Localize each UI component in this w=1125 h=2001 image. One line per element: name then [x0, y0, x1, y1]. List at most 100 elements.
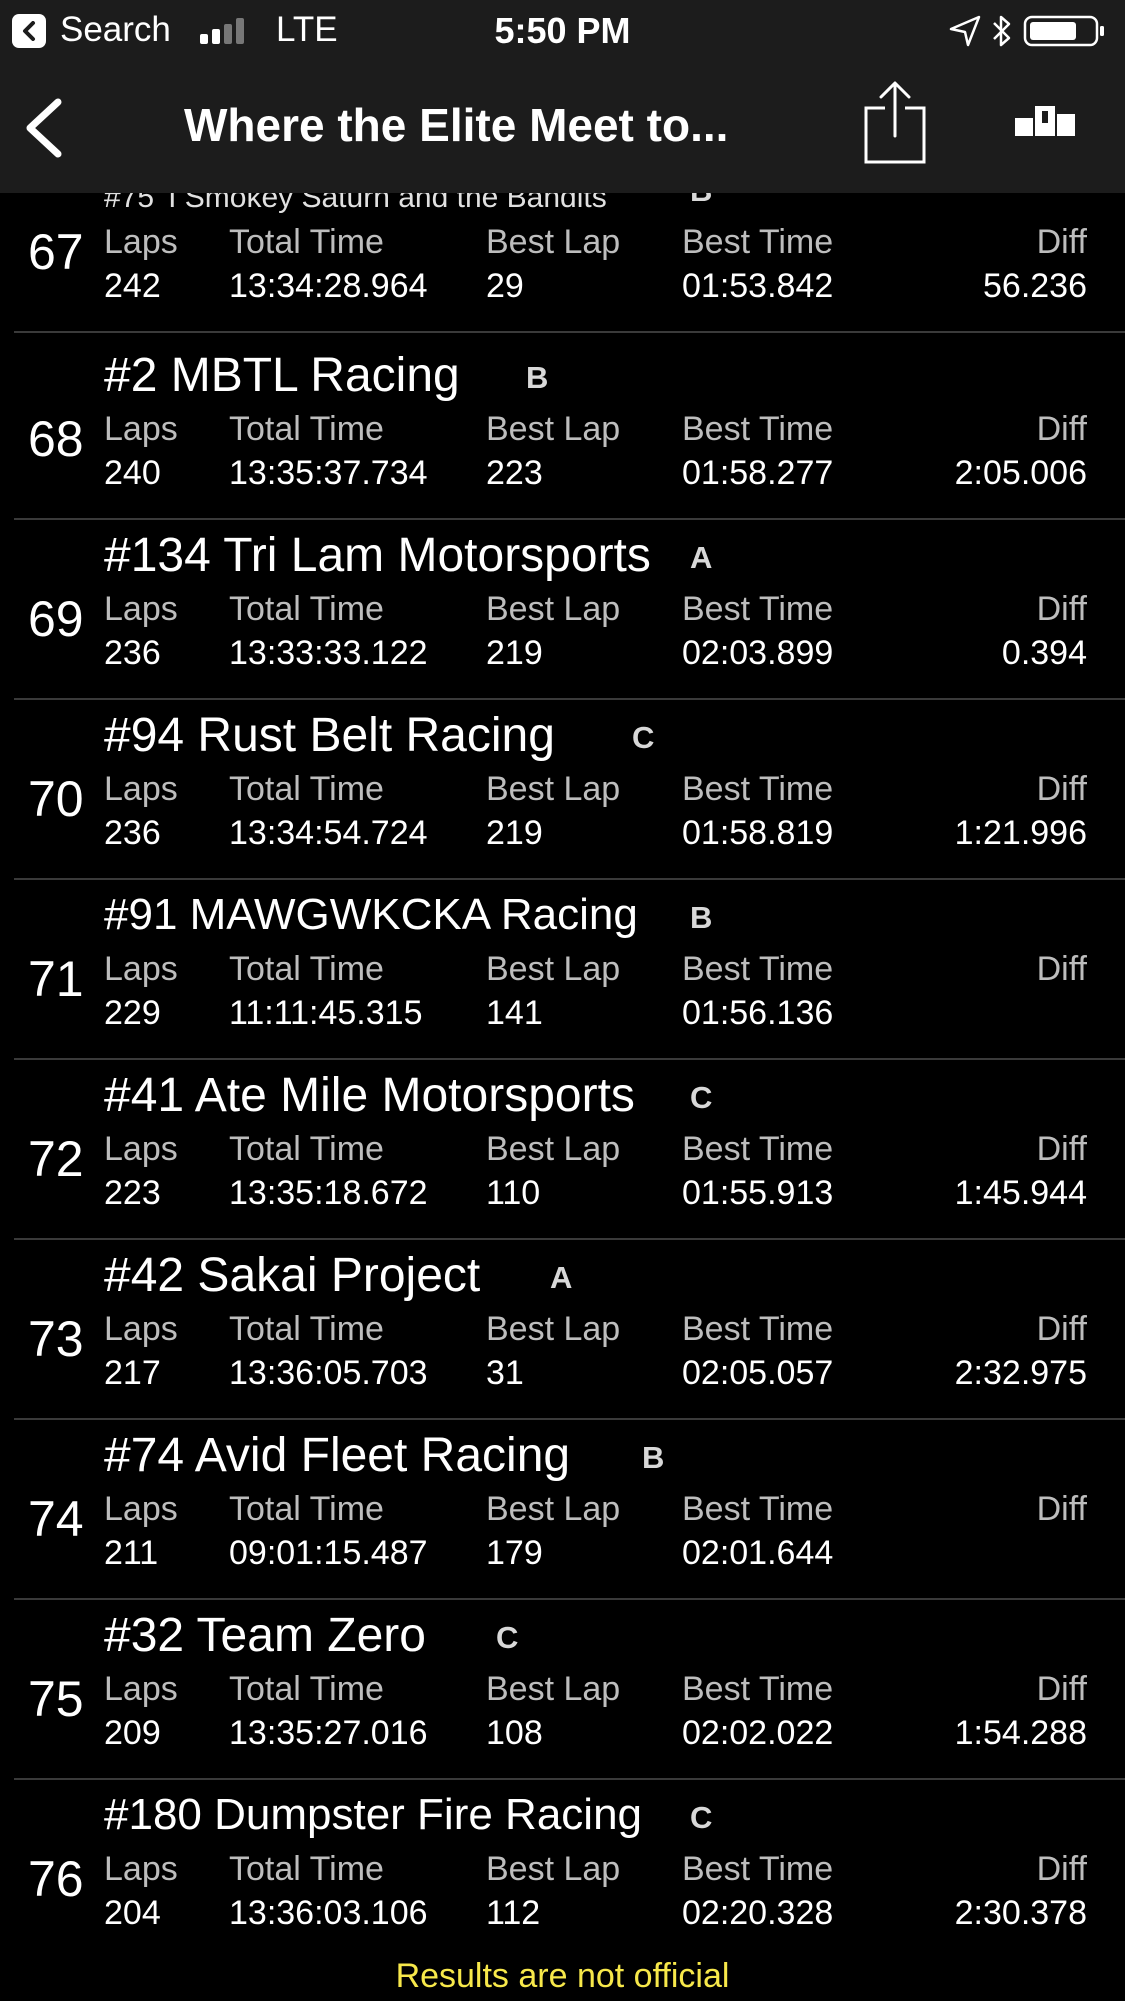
- laps-label: Laps: [104, 1310, 178, 1348]
- unofficial-results-notice: Results are not official: [395, 1957, 730, 1995]
- total-time-label: Total Time: [229, 950, 384, 988]
- total-time-value: 13:35:27.016: [229, 1714, 428, 1752]
- diff-label: Diff: [1036, 1310, 1087, 1348]
- diff-value: 1:45.944: [954, 1174, 1087, 1212]
- result-row-72[interactable]: 72 #41 Ate Mile Motorsports C Laps Total…: [0, 1060, 1125, 1240]
- team-name: #41 Ate Mile Motorsports: [104, 1069, 635, 1122]
- position: 76: [28, 1851, 84, 1907]
- results-list[interactable]: 67 #75 'I Smokey Saturn and the Bandits …: [0, 193, 1125, 1963]
- total-time-label: Total Time: [229, 1850, 384, 1888]
- position: 67: [28, 224, 84, 280]
- footer-notice: Results are not official: [0, 1953, 1125, 2001]
- laps-label: Laps: [104, 770, 178, 808]
- class-badge: A: [690, 540, 713, 575]
- laps-value: 240: [104, 454, 161, 492]
- best-lap-value: 108: [486, 1714, 543, 1752]
- total-time-label: Total Time: [229, 770, 384, 808]
- location-arrow-icon: [949, 15, 981, 47]
- best-time-label: Best Time: [682, 1130, 834, 1168]
- total-time-label: Total Time: [229, 1310, 384, 1348]
- best-time-value: 02:03.899: [682, 634, 834, 672]
- best-lap-value: 219: [486, 814, 543, 852]
- result-row-75[interactable]: 75 #32 Team Zero C Laps Total Time Best …: [0, 1600, 1125, 1780]
- result-row-67[interactable]: 67 #75 'I Smokey Saturn and the Bandits …: [0, 193, 1125, 333]
- page-title: Where the Elite Meet to...: [184, 99, 729, 151]
- team-name: #32 Team Zero: [104, 1609, 426, 1662]
- result-row-73[interactable]: 73 #42 Sakai Project A Laps Total Time B…: [0, 1240, 1125, 1420]
- total-time-label: Total Time: [229, 223, 384, 261]
- result-row-74[interactable]: 74 #74 Avid Fleet Racing B Laps Total Ti…: [0, 1420, 1125, 1600]
- position: 69: [28, 591, 84, 647]
- best-lap-value: 31: [486, 1354, 524, 1392]
- best-time-label: Best Time: [682, 590, 834, 628]
- result-row-71[interactable]: 71 #91 MAWGWKCKA Racing B Laps Total Tim…: [0, 880, 1125, 1060]
- best-time-value: 02:01.644: [682, 1534, 834, 1572]
- total-time-value: 13:35:37.734: [229, 454, 428, 492]
- diff-label: Diff: [1036, 1490, 1087, 1528]
- position: 70: [28, 771, 84, 827]
- best-lap-label: Best Lap: [486, 1670, 621, 1708]
- laps-label: Laps: [104, 1490, 178, 1528]
- best-lap-label: Best Lap: [486, 1130, 621, 1168]
- podium-icon[interactable]: [1015, 106, 1075, 141]
- best-time-label: Best Time: [682, 223, 834, 261]
- best-lap-label: Best Lap: [486, 1310, 621, 1348]
- total-time-value: 09:01:15.487: [229, 1534, 428, 1572]
- diff-value: 2:30.378: [954, 1894, 1087, 1932]
- total-time-label: Total Time: [229, 1670, 384, 1708]
- laps-value: 236: [104, 634, 161, 672]
- team-name: #74 Avid Fleet Racing: [104, 1429, 571, 1482]
- diff-label: Diff: [1036, 223, 1087, 261]
- best-time-label: Best Time: [682, 1670, 834, 1708]
- total-time-label: Total Time: [229, 410, 384, 448]
- team-name: #75 'I Smokey Saturn and the Bandits: [104, 193, 607, 214]
- laps-value: 211: [104, 1534, 159, 1572]
- diff-value: 56.236: [983, 267, 1087, 305]
- laps-value: 242: [104, 267, 161, 305]
- best-time-label: Best Time: [682, 1490, 834, 1528]
- position: 75: [28, 1671, 84, 1727]
- bluetooth-icon: [993, 15, 1011, 47]
- best-lap-value: 141: [486, 994, 543, 1032]
- best-lap-label: Best Lap: [486, 1850, 621, 1888]
- class-badge: B: [690, 193, 712, 209]
- laps-value: 223: [104, 1174, 161, 1212]
- best-lap-value: 29: [486, 267, 524, 305]
- share-icon[interactable]: [862, 80, 928, 171]
- total-time-label: Total Time: [229, 590, 384, 628]
- laps-label: Laps: [104, 223, 178, 261]
- diff-label: Diff: [1036, 1850, 1087, 1888]
- class-badge: B: [690, 900, 713, 935]
- result-row-76[interactable]: 76 #180 Dumpster Fire Racing C Laps Tota…: [0, 1780, 1125, 1960]
- result-row-69[interactable]: 69 #134 Tri Lam Motorsports A Laps Total…: [0, 520, 1125, 700]
- position: 74: [28, 1491, 84, 1547]
- best-lap-label: Best Lap: [486, 1490, 621, 1528]
- best-time-label: Best Time: [682, 950, 834, 988]
- best-lap-value: 219: [486, 634, 543, 672]
- total-time-value: 13:33:33.122: [229, 634, 428, 672]
- result-row-70[interactable]: 70 #94 Rust Belt Racing C Laps Total Tim…: [0, 700, 1125, 880]
- chevron-left-icon[interactable]: [22, 98, 66, 163]
- laps-label: Laps: [104, 590, 178, 628]
- position: 72: [28, 1131, 84, 1187]
- laps-value: 204: [104, 1894, 161, 1932]
- best-lap-label: Best Lap: [486, 410, 621, 448]
- diff-label: Diff: [1036, 770, 1087, 808]
- battery-icon: [1023, 15, 1104, 47]
- divider: [14, 331, 1125, 333]
- total-time-value: 13:34:54.724: [229, 814, 428, 852]
- diff-value: 1:54.288: [954, 1714, 1087, 1752]
- team-name: #42 Sakai Project: [104, 1249, 481, 1302]
- best-time-value: 02:02.022: [682, 1714, 834, 1752]
- diff-label: Diff: [1036, 410, 1087, 448]
- laps-value: 217: [104, 1354, 161, 1392]
- class-badge: C: [632, 720, 655, 755]
- best-time-label: Best Time: [682, 1850, 834, 1888]
- result-row-68[interactable]: 68 #2 MBTL Racing B Laps Total Time Best…: [0, 340, 1125, 520]
- best-lap-value: 110: [486, 1174, 541, 1212]
- class-badge: C: [690, 1080, 713, 1115]
- best-time-value: 01:56.136: [682, 994, 834, 1032]
- best-time-label: Best Time: [682, 1310, 834, 1348]
- best-time-value: 01:55.913: [682, 1174, 834, 1212]
- total-time-label: Total Time: [229, 1130, 384, 1168]
